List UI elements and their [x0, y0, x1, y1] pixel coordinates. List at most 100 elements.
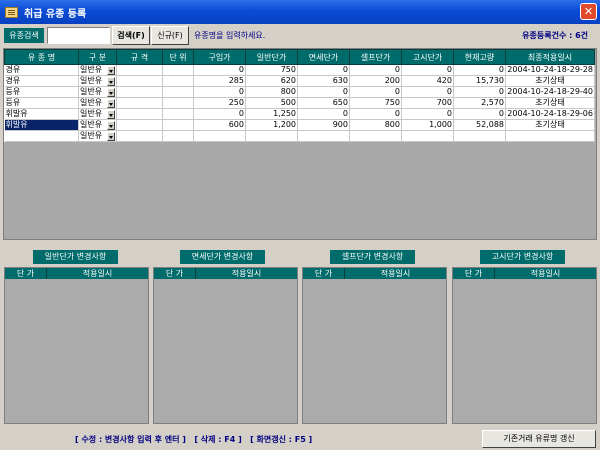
cell-unit[interactable] [162, 75, 194, 87]
cell-purchase[interactable]: 0 [193, 64, 246, 76]
cell-taxfree[interactable]: 0 [297, 86, 350, 98]
cell-unit[interactable] [162, 108, 194, 120]
cell-purchase[interactable]: 0 [193, 108, 246, 120]
price-history-list[interactable]: 단 가 적용일시 [452, 267, 597, 424]
table-row[interactable]: 등유 일반유 0 800 0 0 0 0 2004-10-24-18-29-40 [4, 86, 595, 98]
price-history-list[interactable]: 단 가 적용일시 [4, 267, 149, 424]
cell-date[interactable] [505, 130, 595, 142]
cell-name[interactable]: 등유 [4, 97, 79, 109]
chevron-down-icon[interactable] [107, 109, 115, 119]
cell-self[interactable]: 200 [349, 75, 402, 87]
type-dropdown[interactable]: 일반유 [78, 86, 117, 98]
cell-purchase[interactable] [193, 130, 246, 142]
table-row[interactable]: 일반유 [4, 130, 595, 142]
cell-name[interactable]: 경유 [4, 75, 79, 87]
cell-purchase[interactable]: 600 [193, 119, 246, 131]
cell-stock[interactable] [453, 130, 506, 142]
cell-notice[interactable]: 0 [401, 86, 454, 98]
cell-general[interactable] [245, 130, 298, 142]
cell-general[interactable]: 620 [245, 75, 298, 87]
column-header[interactable]: 구 분 [78, 49, 117, 65]
cell-notice[interactable]: 0 [401, 64, 454, 76]
cell-general[interactable]: 1,250 [245, 108, 298, 120]
cell-self[interactable]: 750 [349, 97, 402, 109]
cell-unit[interactable] [162, 64, 194, 76]
cell-spec[interactable] [116, 130, 163, 142]
type-dropdown[interactable]: 일반유 [78, 119, 117, 131]
cell-stock[interactable]: 15,730 [453, 75, 506, 87]
column-header[interactable]: 최종적용일시 [505, 49, 595, 65]
column-header[interactable]: 유 종 명 [4, 49, 79, 65]
cell-date[interactable]: 초기상태 [505, 119, 595, 131]
table-row[interactable]: 등유 일반유 250 500 650 750 700 2,570 초기상태 [4, 97, 595, 109]
search-input[interactable] [47, 27, 110, 44]
cell-date[interactable]: 2004-10-24-18-29-06 [505, 108, 595, 120]
cell-stock[interactable]: 0 [453, 64, 506, 76]
cell-date[interactable]: 초기상태 [505, 75, 595, 87]
cell-self[interactable]: 0 [349, 64, 402, 76]
column-header[interactable]: 구입가 [193, 49, 246, 65]
type-dropdown[interactable]: 일반유 [78, 108, 117, 120]
cell-stock[interactable]: 0 [453, 86, 506, 98]
cell-unit[interactable] [162, 130, 194, 142]
price-history-list[interactable]: 단 가 적용일시 [302, 267, 447, 424]
table-row[interactable]: 휘발유 일반유 0 1,250 0 0 0 0 2004-10-24-18-29-06 [4, 108, 595, 120]
chevron-down-icon[interactable] [107, 131, 115, 141]
column-header[interactable]: 면세단가 [297, 49, 350, 65]
cell-taxfree[interactable] [297, 130, 350, 142]
cell-general[interactable]: 500 [245, 97, 298, 109]
cell-notice[interactable] [401, 130, 454, 142]
table-row[interactable]: 경유 일반유 285 620 630 200 420 15,730 초기상태 [4, 75, 595, 87]
cell-spec[interactable] [116, 108, 163, 120]
cell-general[interactable]: 800 [245, 86, 298, 98]
type-combo[interactable]: 일반유 [80, 109, 115, 119]
cell-spec[interactable] [116, 86, 163, 98]
cell-unit[interactable] [162, 97, 194, 109]
column-header[interactable]: 일반단가 [245, 49, 298, 65]
cell-name[interactable]: 경유 [4, 64, 79, 76]
chevron-down-icon[interactable] [107, 87, 115, 97]
cell-spec[interactable] [116, 75, 163, 87]
chevron-down-icon[interactable] [107, 120, 115, 130]
cell-taxfree[interactable]: 0 [297, 108, 350, 120]
type-dropdown[interactable]: 일반유 [78, 97, 117, 109]
cell-taxfree[interactable]: 630 [297, 75, 350, 87]
type-combo[interactable]: 일반유 [80, 131, 115, 141]
cell-date[interactable]: 초기상태 [505, 97, 595, 109]
cell-name[interactable]: 휘발유 [4, 108, 79, 120]
cell-self[interactable]: 800 [349, 119, 402, 131]
cell-name[interactable]: 등유 [4, 86, 79, 98]
column-header[interactable]: 규 격 [116, 49, 163, 65]
table-row[interactable]: 휘발유 일반유 600 1,200 900 800 1,000 52,088 초기상태 [4, 119, 595, 131]
search-button[interactable]: 검색(F) [112, 26, 150, 45]
new-button[interactable]: 신규(F) [151, 26, 189, 45]
cell-spec[interactable] [116, 119, 163, 131]
type-combo[interactable]: 일반유 [80, 120, 115, 130]
cell-self[interactable] [349, 130, 402, 142]
cell-spec[interactable] [116, 64, 163, 76]
column-header[interactable]: 단 위 [162, 49, 194, 65]
cell-general[interactable]: 750 [245, 64, 298, 76]
title-bar[interactable]: 취급 유종 등록 ✕ [0, 0, 600, 24]
fuel-grid[interactable]: 유 종 명구 분규 격단 위 구입가 일반단가 면세단가 셀프단가 고시단가 현재고량 최종적… [3, 48, 597, 240]
chevron-down-icon[interactable] [107, 98, 115, 108]
cell-taxfree[interactable]: 0 [297, 64, 350, 76]
type-combo[interactable]: 일반유 [80, 65, 115, 75]
close-icon[interactable]: ✕ [580, 3, 597, 20]
cell-date[interactable]: 2004-10-24-18-29-28 [505, 64, 595, 76]
type-dropdown[interactable]: 일반유 [78, 75, 117, 87]
cell-purchase[interactable]: 0 [193, 86, 246, 98]
column-header[interactable]: 현재고량 [453, 49, 506, 65]
type-dropdown[interactable]: 일반유 [78, 64, 117, 76]
update-fuel-names-button[interactable]: 기존거래 유류명 갱신 [482, 430, 596, 448]
column-header[interactable]: 고시단가 [401, 49, 454, 65]
type-combo[interactable]: 일반유 [80, 87, 115, 97]
cell-notice[interactable]: 1,000 [401, 119, 454, 131]
cell-name[interactable]: 휘발유 [4, 119, 79, 131]
cell-unit[interactable] [162, 86, 194, 98]
cell-self[interactable]: 0 [349, 108, 402, 120]
table-row[interactable]: 경유 일반유 0 750 0 0 0 0 2004-10-24-18-29-28 [4, 64, 595, 76]
price-history-list[interactable]: 단 가 적용일시 [153, 267, 298, 424]
cell-notice[interactable]: 700 [401, 97, 454, 109]
cell-stock[interactable]: 0 [453, 108, 506, 120]
